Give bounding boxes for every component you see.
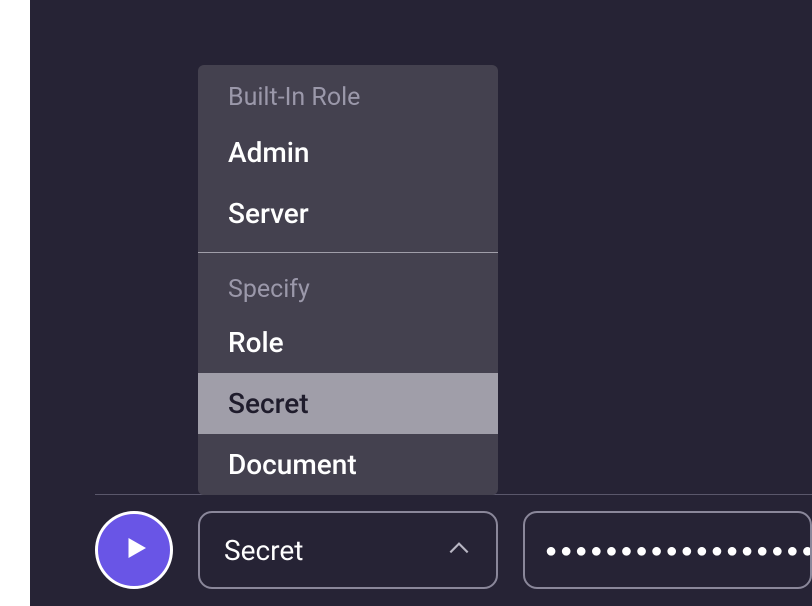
menu-section-header-specify: Specify [198,253,498,312]
menu-item-document[interactable]: Document [198,434,498,495]
play-button[interactable] [95,511,173,589]
role-select-label: Secret [224,534,303,567]
menu-section-header-builtin: Built-In Role [198,65,498,122]
role-select[interactable]: Secret [198,511,498,589]
bottom-toolbar: Secret ●●●●●●●●●●●●●●●●●●●●●●●●●●●●●●●●●… [95,510,812,590]
password-input[interactable]: ●●●●●●●●●●●●●●●●●●●●●●●●●●●●●●●●●●●●●●●● [523,511,812,589]
password-masked-value: ●●●●●●●●●●●●●●●●●●●●●●●●●●●●●●●●●●●●●●●● [545,538,812,563]
menu-item-label: Secret [228,387,309,420]
menu-item-admin[interactable]: Admin [198,122,498,183]
play-icon [117,533,151,567]
menu-item-role[interactable]: Role [198,312,498,373]
menu-item-server[interactable]: Server [198,183,498,244]
menu-item-label: Server [228,197,309,230]
role-dropdown-menu: Built-In Role Admin Server Specify Role … [198,65,498,495]
menu-item-label: Role [228,326,284,359]
main-area: Secret ●●●●●●●●●●●●●●●●●●●●●●●●●●●●●●●●●… [30,0,812,606]
menu-item-secret[interactable]: Secret [198,373,498,434]
left-strip [0,0,30,606]
chevron-up-icon [446,535,472,565]
menu-item-label: Document [228,448,357,481]
menu-item-label: Admin [228,136,309,169]
